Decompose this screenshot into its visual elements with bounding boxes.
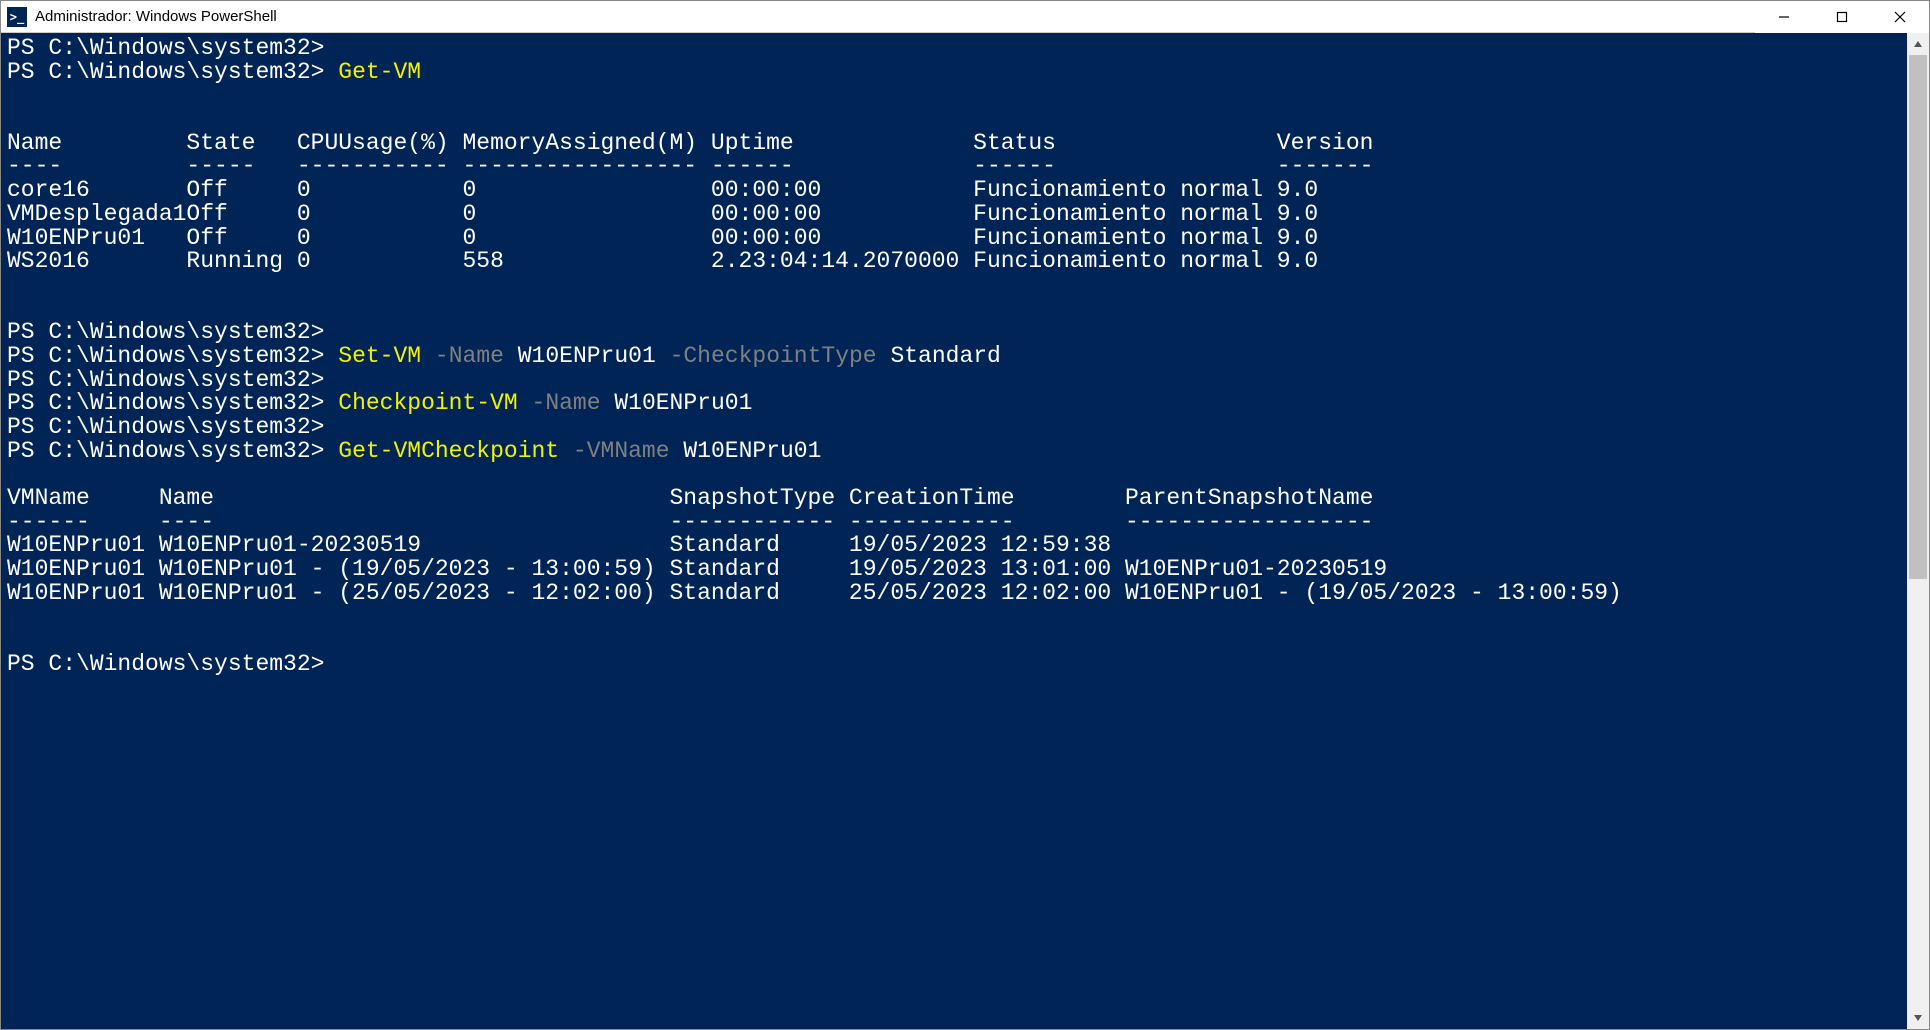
vertical-scrollbar[interactable]	[1907, 33, 1929, 1029]
powershell-window: >_ Administrador: Windows PowerShell PS …	[0, 0, 1930, 1030]
minimize-button[interactable]	[1755, 1, 1813, 33]
window-title: Administrador: Windows PowerShell	[35, 8, 277, 25]
scroll-track[interactable]	[1907, 55, 1929, 1007]
window-controls	[1755, 1, 1929, 33]
close-button[interactable]	[1871, 1, 1929, 33]
console-wrap: PS C:\Windows\system32> PS C:\Windows\sy…	[1, 33, 1929, 1029]
maximize-button[interactable]	[1813, 1, 1871, 33]
titlebar[interactable]: >_ Administrador: Windows PowerShell	[1, 1, 1929, 33]
scroll-up-button[interactable]	[1907, 33, 1929, 55]
title-left: >_ Administrador: Windows PowerShell	[1, 7, 277, 27]
scroll-down-button[interactable]	[1907, 1007, 1929, 1029]
console-output[interactable]: PS C:\Windows\system32> PS C:\Windows\sy…	[1, 33, 1907, 1029]
powershell-icon: >_	[7, 7, 27, 27]
scroll-thumb[interactable]	[1909, 55, 1927, 579]
